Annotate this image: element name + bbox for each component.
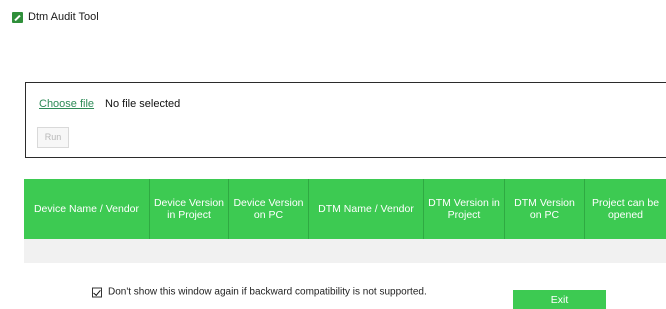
- column-dtm-version-project[interactable]: DTM Version in Project: [424, 179, 505, 239]
- file-selection-panel: Choose file No file selected Run: [25, 82, 666, 158]
- dont-show-again-label: Don't show this window again if backward…: [108, 286, 427, 298]
- file-picker-row: Choose file No file selected: [39, 98, 180, 110]
- column-device-name-vendor[interactable]: Device Name / Vendor: [24, 179, 150, 239]
- file-status-text: No file selected: [105, 98, 181, 110]
- grid-header-row: Device Name / Vendor Device Version in P…: [24, 179, 666, 239]
- column-dtm-name-vendor[interactable]: DTM Name / Vendor: [309, 179, 424, 239]
- column-dtm-version-pc[interactable]: DTM Version on PC: [505, 179, 585, 239]
- column-project-can-be-opened[interactable]: Project can be opened: [585, 179, 666, 239]
- audit-window: Dtm Audit Tool Choose file No file selec…: [0, 0, 666, 309]
- dont-show-again-checkbox[interactable]: [92, 287, 102, 297]
- title-bar: Dtm Audit Tool: [12, 11, 99, 23]
- dtm-app-icon: [12, 11, 23, 23]
- choose-file-link[interactable]: Choose file: [39, 98, 94, 110]
- run-button[interactable]: Run: [37, 127, 69, 148]
- column-device-version-project[interactable]: Device Version in Project: [150, 179, 229, 239]
- exit-button[interactable]: Exit: [513, 290, 606, 309]
- grid-empty-row: [24, 239, 666, 263]
- footer-options: Don't show this window again if backward…: [92, 287, 427, 298]
- window-title: Dtm Audit Tool: [28, 11, 99, 23]
- column-device-version-pc[interactable]: Device Version on PC: [229, 179, 309, 239]
- results-grid: Device Name / Vendor Device Version in P…: [24, 179, 666, 263]
